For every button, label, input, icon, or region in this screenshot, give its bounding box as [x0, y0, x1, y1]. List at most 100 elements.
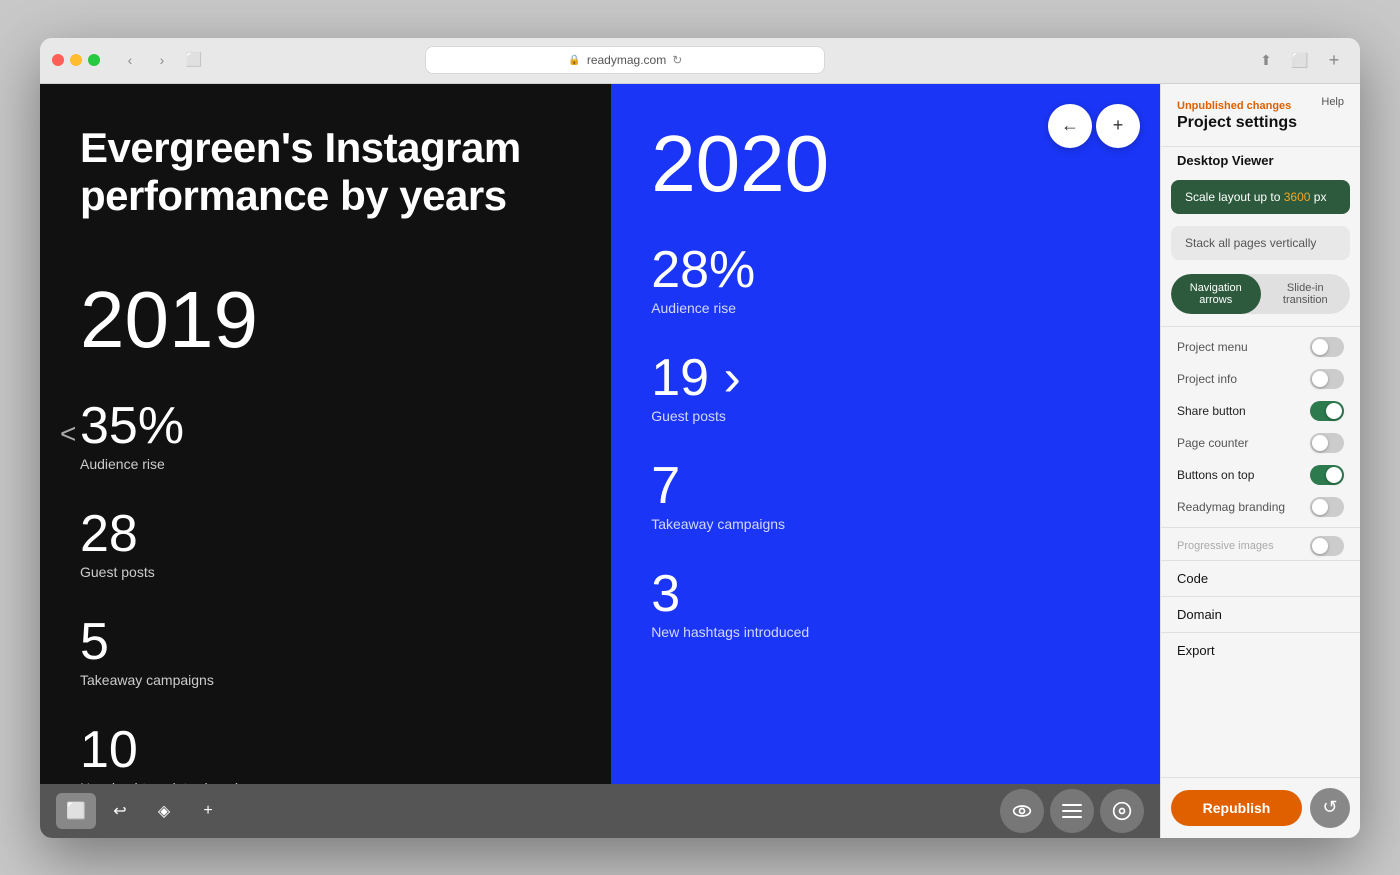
- domain-link[interactable]: Domain: [1161, 596, 1360, 632]
- toggle-page-counter-switch[interactable]: [1310, 433, 1344, 453]
- toggle-project-menu-switch[interactable]: [1310, 337, 1344, 357]
- stat-number-2: 28: [80, 508, 571, 560]
- menu-button[interactable]: [1050, 789, 1094, 833]
- sidebar-toggle-button[interactable]: ⬜: [180, 46, 208, 74]
- address-bar[interactable]: 🔒 readymag.com ↻: [425, 46, 825, 74]
- bottom-right-controls: [1000, 789, 1144, 833]
- fullscreen-traffic-light[interactable]: [88, 54, 100, 66]
- desktop-view-button[interactable]: ⬜: [56, 793, 96, 829]
- browser-chrome: ‹ › ⬜ 🔒 readymag.com ↻ ⬆ ⬜ +: [40, 38, 1360, 84]
- nav-arrows-button[interactable]: Navigation arrows: [1171, 274, 1261, 314]
- traffic-lights: [52, 54, 100, 66]
- undo-button[interactable]: ↺: [1310, 788, 1350, 828]
- left-nav-arrow[interactable]: <: [60, 418, 76, 450]
- project-settings-title: Project settings: [1177, 114, 1344, 132]
- stat-number-1: 35%: [80, 400, 571, 452]
- preview-button[interactable]: [1000, 789, 1044, 833]
- url-text: readymag.com: [587, 53, 666, 67]
- right-stat-number-2: 19 ›: [651, 352, 1120, 404]
- help-link[interactable]: Help: [1321, 96, 1344, 108]
- right-stat-block-4: 3 New hashtags introduced: [651, 568, 1120, 640]
- browser-content: Evergreen's Instagram performance by yea…: [40, 84, 1360, 838]
- toggle-project-menu: Project menu: [1161, 331, 1360, 363]
- scale-unit: px: [1310, 190, 1326, 204]
- panel-right: 2020 28% Audience rise 19 › Guest posts …: [611, 84, 1160, 784]
- code-link[interactable]: Code: [1161, 560, 1360, 596]
- browser-back-button[interactable]: ‹: [116, 46, 144, 74]
- canvas-nav-controls: ← +: [1048, 104, 1140, 148]
- stat-number-3: 5: [80, 616, 571, 668]
- progressive-images-label: Progressive images: [1177, 540, 1274, 552]
- browser-nav-arrows: ‹ › ⬜: [116, 46, 208, 74]
- toggle-share-switch[interactable]: [1310, 401, 1344, 421]
- toggle-progressive-switch[interactable]: [1310, 536, 1344, 556]
- fullscreen-browser-button[interactable]: ⬜: [1286, 46, 1314, 74]
- right-stat-number-4: 3: [651, 568, 1120, 620]
- toggle-readymag-branding: Readymag branding: [1161, 491, 1360, 523]
- stat-label-3: Takeaway campaigns: [80, 672, 571, 688]
- toggle-knob-2: [1312, 371, 1328, 387]
- share-browser-button[interactable]: ⬆: [1252, 46, 1280, 74]
- republish-button[interactable]: Republish: [1171, 790, 1302, 826]
- browser-window: ‹ › ⬜ 🔒 readymag.com ↻ ⬆ ⬜ + Evergreen's…: [40, 38, 1360, 838]
- stat-block-4: 10 New hashtags introduced: [80, 724, 571, 783]
- toggle-knob-5: [1326, 467, 1342, 483]
- right-stat-label-1: Audience rise: [651, 300, 1120, 316]
- refresh-icon[interactable]: ↻: [672, 53, 682, 67]
- export-link[interactable]: Export: [1161, 632, 1360, 668]
- right-stat-number-3: 7: [651, 460, 1120, 512]
- stat-block-2: 28 Guest posts: [80, 508, 571, 580]
- right-stat-block-3: 7 Takeaway campaigns: [651, 460, 1120, 532]
- scale-text: Scale layout up to: [1185, 190, 1284, 204]
- toggle-readymag-switch[interactable]: [1310, 497, 1344, 517]
- layers-button[interactable]: ◈: [144, 793, 184, 829]
- divider-1: [1161, 326, 1360, 327]
- progressive-images-row: Progressive images: [1161, 532, 1360, 560]
- desktop-viewer-title: Desktop Viewer: [1161, 146, 1360, 174]
- settings-icon: [1112, 801, 1132, 821]
- scale-layout-button[interactable]: Scale layout up to 3600 px: [1171, 180, 1350, 214]
- toggle-knob-3: [1326, 403, 1342, 419]
- add-element-button[interactable]: +: [188, 793, 228, 829]
- eye-icon: [1012, 801, 1032, 821]
- slide-in-button[interactable]: Slide-in transition: [1261, 274, 1351, 314]
- stat-label-2: Guest posts: [80, 564, 571, 580]
- toggle-knob-4: [1312, 435, 1328, 451]
- history-button[interactable]: ↩: [100, 793, 140, 829]
- hamburger-icon: [1062, 804, 1082, 818]
- toggle-project-menu-label: Project menu: [1177, 340, 1248, 354]
- canvas-add-button[interactable]: +: [1096, 104, 1140, 148]
- toggle-project-info-switch[interactable]: [1310, 369, 1344, 389]
- stat-block-3: 5 Takeaway campaigns: [80, 616, 571, 688]
- stat-number-4: 10: [80, 724, 571, 776]
- toggle-buttons-top-switch[interactable]: [1310, 465, 1344, 485]
- stat-label-4: New hashtags introduced: [80, 780, 571, 783]
- right-stat-label-3: Takeaway campaigns: [651, 516, 1120, 532]
- stack-pages-button[interactable]: Stack all pages vertically: [1171, 226, 1350, 260]
- canvas-back-button[interactable]: ←: [1048, 104, 1092, 148]
- close-traffic-light[interactable]: [52, 54, 64, 66]
- toggle-knob-7: [1312, 538, 1328, 554]
- browser-actions: ⬆ ⬜ +: [1252, 46, 1348, 74]
- right-sidebar: Unpublished changes Help Project setting…: [1160, 84, 1360, 838]
- stat-label-1: Audience rise: [80, 456, 571, 472]
- sidebar-header: Unpublished changes Help Project setting…: [1161, 84, 1360, 146]
- toggle-buttons-top-label: Buttons on top: [1177, 468, 1254, 482]
- toggle-project-info-label: Project info: [1177, 372, 1237, 386]
- toggle-readymag-label: Readymag branding: [1177, 500, 1285, 514]
- minimize-traffic-light[interactable]: [70, 54, 82, 66]
- add-tab-button[interactable]: +: [1320, 46, 1348, 74]
- unpublished-label: Unpublished changes: [1177, 100, 1291, 112]
- toggle-knob-6: [1312, 499, 1328, 515]
- left-year: 2019: [80, 280, 571, 360]
- toggle-page-counter: Page counter: [1161, 427, 1360, 459]
- settings-button[interactable]: [1100, 789, 1144, 833]
- right-stat-label-2: Guest posts: [651, 408, 1120, 424]
- toggle-project-info: Project info: [1161, 363, 1360, 395]
- toggle-share-label: Share button: [1177, 404, 1246, 418]
- right-stat-block-2: 19 › Guest posts: [651, 352, 1120, 424]
- right-stat-block-1: 28% Audience rise: [651, 244, 1120, 316]
- nav-style-picker: Navigation arrows Slide-in transition: [1171, 274, 1350, 314]
- browser-forward-button[interactable]: ›: [148, 46, 176, 74]
- toggle-buttons-on-top: Buttons on top: [1161, 459, 1360, 491]
